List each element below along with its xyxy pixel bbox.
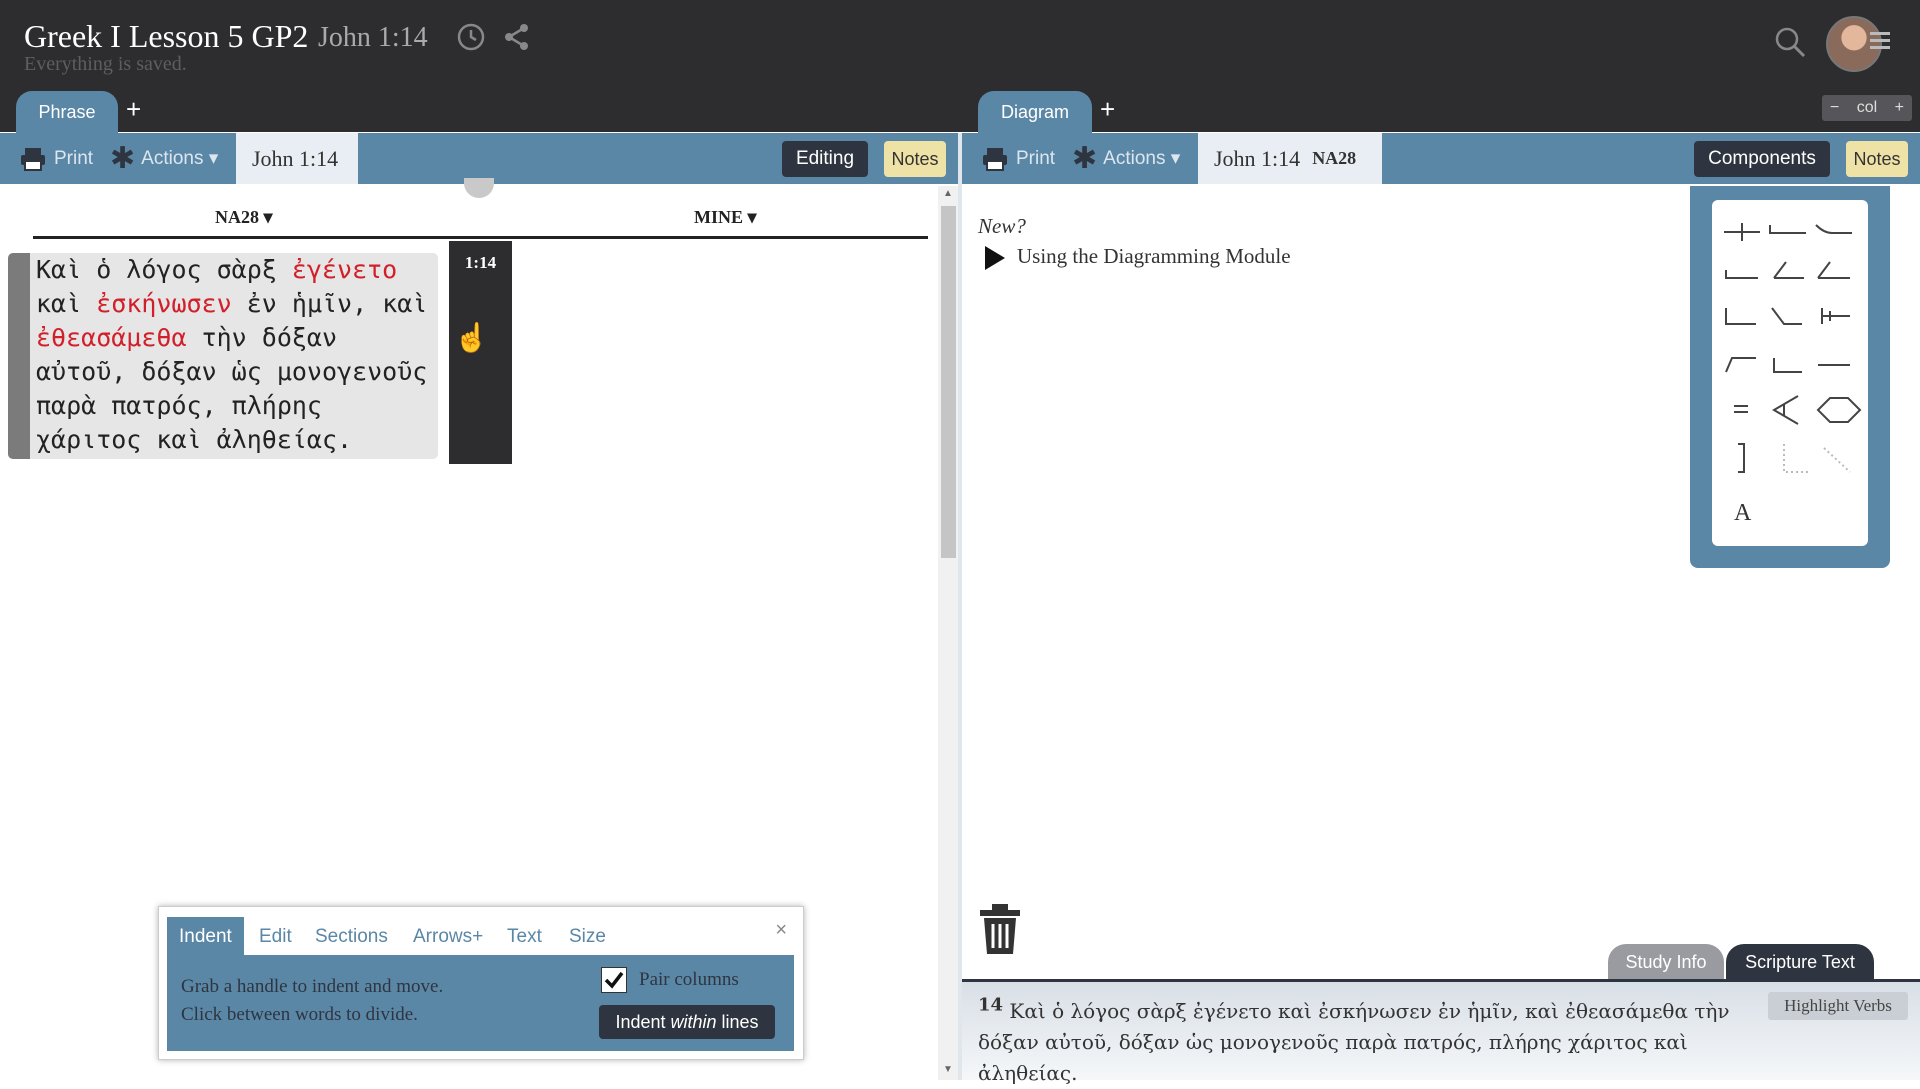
add-left-tab-button[interactable]: + <box>126 96 141 122</box>
diagramming-module-link[interactable]: Using the Diagramming Module <box>1017 244 1291 269</box>
dotted-slant-component-icon[interactable] <box>1823 447 1851 473</box>
indent-within-lines-button[interactable]: Indent within lines <box>599 1005 775 1039</box>
verb-word: ἐθεασάμεθα <box>36 323 187 352</box>
col-plus-button[interactable]: + <box>1895 99 1904 117</box>
menu-icon[interactable] <box>1870 32 1890 53</box>
curve-line-component-icon[interactable] <box>1815 224 1852 234</box>
equals-component-icon[interactable] <box>1734 405 1748 413</box>
fork-component-icon[interactable] <box>1772 395 1799 425</box>
print-button[interactable]: Print <box>20 133 93 184</box>
diagram-components <box>1724 223 1862 473</box>
edition-label: NA28 <box>1312 148 1357 168</box>
column-header-mine[interactable]: MINE ▾ <box>694 207 757 228</box>
new-user-label: New? <box>978 214 1026 238</box>
tab-edit[interactable]: Edit <box>247 917 304 957</box>
col-label: col <box>1856 99 1878 116</box>
indent-handle[interactable] <box>8 253 30 459</box>
editing-button[interactable]: Editing <box>782 141 868 177</box>
highlight-verbs-button[interactable]: Highlight Verbs <box>1768 992 1908 1020</box>
tab-sections[interactable]: Sections <box>303 917 400 957</box>
save-status: Everything is saved. <box>24 53 187 75</box>
col-minus-button[interactable]: − <box>1830 99 1839 117</box>
phrase-toolbar: Print ✱ Actions ▾ John 1:14 Editing Note… <box>0 133 958 184</box>
actions-menu[interactable]: ✱ Actions ▾ <box>110 133 218 184</box>
diagonal-line-component-icon[interactable] <box>1771 307 1802 325</box>
header-reference: John 1:14 <box>318 22 428 53</box>
column-width-control: − col + <box>1822 95 1912 121</box>
share-icon[interactable] <box>502 22 532 52</box>
top-bar: Greek I Lesson 5 GP2 John 1:14 Everythin… <box>0 0 1920 133</box>
components-grid: A <box>1712 200 1868 546</box>
column-drag-handle[interactable] <box>464 178 494 198</box>
actions-menu[interactable]: ✱ Actions ▾ <box>1072 133 1180 184</box>
notes-button[interactable]: Notes <box>884 141 946 177</box>
trash-icon[interactable] <box>978 904 1022 956</box>
phrase-text[interactable]: Καὶ ὁ λόγος σὰρξ ἐγένετο καὶ ἐσκήνωσεν ἐ… <box>36 253 436 457</box>
indent-instructions: Grab a handle to indent and move. Click … <box>181 976 444 1025</box>
print-button[interactable]: Print <box>982 133 1055 184</box>
scripture-verse: 14 Καὶ ὁ λόγος σὰρξ ἐγένετο καὶ ἐσκήνωσε… <box>978 996 1778 1089</box>
phrase-word: ἐν ἡμῖν, καὶ <box>231 289 428 318</box>
page-title: Greek I Lesson 5 GP2 <box>24 18 309 54</box>
step-down-component-icon[interactable] <box>1773 358 1802 373</box>
verse-number: 14 <box>978 994 1004 1016</box>
tab-text[interactable]: Text <box>495 917 554 957</box>
history-icon[interactable] <box>456 22 486 52</box>
tab-size[interactable]: Size <box>557 917 618 957</box>
verse-text: Καὶ ὁ λόγος σὰρξ ἐγένετο καὶ ἐσκήνωσεν ἐ… <box>978 999 1730 1085</box>
notes-button[interactable]: Notes <box>1846 141 1908 177</box>
subject-verb-component-icon[interactable] <box>1724 223 1760 241</box>
checkmark-icon <box>604 971 624 989</box>
search-icon[interactable] <box>1774 26 1806 58</box>
pair-columns-checkbox[interactable] <box>601 967 627 993</box>
panel-divider[interactable] <box>958 133 962 1080</box>
tab-indent[interactable]: Indent <box>167 917 244 957</box>
object-divider-component-icon[interactable] <box>1821 308 1850 324</box>
passage-reference[interactable]: John 1:14 NA28 <box>1198 133 1382 184</box>
add-right-tab-button[interactable]: + <box>1100 96 1115 122</box>
dotted-angle-component-icon[interactable] <box>1783 444 1808 473</box>
tab-scripture-text[interactable]: Scripture Text <box>1726 944 1874 980</box>
column-header-na28[interactable]: NA28 ▾ <box>215 207 273 228</box>
column-header-rule <box>33 236 928 239</box>
asterisk-icon: ✱ <box>1072 141 1098 175</box>
printer-icon <box>21 147 45 171</box>
passage-reference[interactable]: John 1:14 <box>236 133 358 184</box>
baseline-step-component-icon[interactable] <box>1725 270 1758 279</box>
phrase-word: καὶ <box>36 289 97 318</box>
tab-phrase[interactable]: Phrase <box>16 91 118 133</box>
tab-diagram[interactable]: Diagram <box>978 91 1092 133</box>
pedestal-component-icon[interactable] <box>1725 357 1756 373</box>
text-tool-icon[interactable]: A <box>1734 500 1751 527</box>
bracket-component-icon[interactable] <box>1738 443 1745 473</box>
phrase-scroll-thumb[interactable] <box>941 206 956 558</box>
phrase-word: Καὶ ὁ λόγος σὰρξ <box>36 255 292 284</box>
diagram-toolbar: Print ✱ Actions ▾ John 1:14 NA28 Compone… <box>962 133 1920 184</box>
hand-cursor-icon: ☝ <box>454 321 489 354</box>
corner-line-component-icon[interactable] <box>1725 308 1756 325</box>
verb-word: ἐγένετο <box>291 255 398 284</box>
verb-word: ἐσκήνωσεν <box>96 289 232 318</box>
verse-number: 1:14 <box>464 253 497 272</box>
pair-columns-label[interactable]: Pair columns <box>639 969 739 991</box>
indent-tool-body: Grab a handle to indent and move. Click … <box>167 955 794 1051</box>
phrase-block[interactable]: Καὶ ὁ λόγος σὰρξ ἐγένετο καὶ ἐσκήνωσεν ἐ… <box>8 253 438 459</box>
components-button[interactable]: Components <box>1694 141 1830 177</box>
scroll-down-icon[interactable]: ▼ <box>943 1064 953 1075</box>
tab-study-info[interactable]: Study Info <box>1608 944 1724 980</box>
indent-tool-panel: Indent Edit Sections Arrows+ Text Size ×… <box>158 906 804 1060</box>
slant-modifier-component-icon[interactable] <box>1773 261 1804 279</box>
play-triangle-icon[interactable] <box>985 246 1005 270</box>
modifier-line-component-icon[interactable] <box>1769 225 1806 234</box>
printer-icon <box>983 147 1007 171</box>
close-icon[interactable]: × <box>775 919 787 942</box>
slant-line-component-icon[interactable] <box>1817 261 1850 279</box>
tab-arrows[interactable]: Arrows+ <box>401 917 495 957</box>
components-palette: A <box>1690 186 1890 568</box>
asterisk-icon: ✱ <box>110 141 136 175</box>
scroll-up-icon[interactable]: ▲ <box>943 188 953 199</box>
eye-component-icon[interactable] <box>1816 397 1862 423</box>
